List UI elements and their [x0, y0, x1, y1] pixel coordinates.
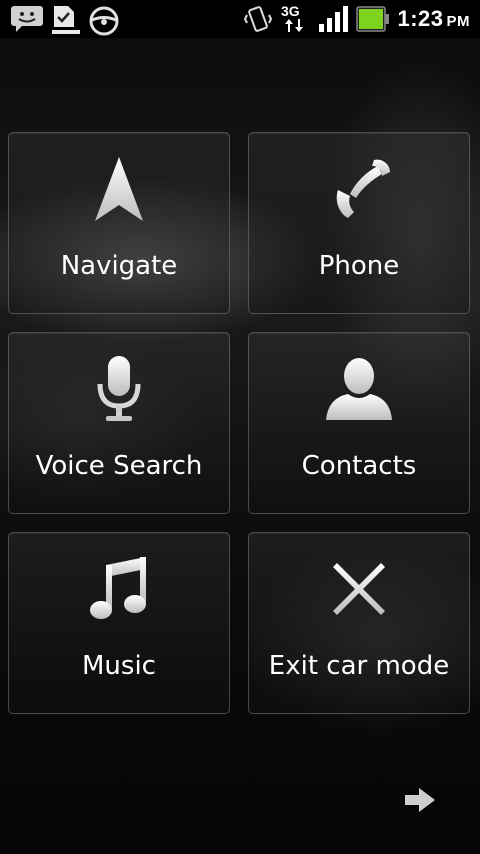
clock: 1:23 PM [397, 6, 470, 32]
download-complete-icon[interactable] [50, 5, 82, 39]
vibrate-icon [243, 5, 273, 39]
contacts-label: Contacts [301, 451, 417, 481]
music-note-icon [90, 557, 146, 619]
next-page-button[interactable] [403, 786, 437, 814]
clock-ampm: PM [446, 13, 470, 30]
battery-icon [356, 6, 390, 36]
phone-button[interactable]: Phone [248, 132, 470, 314]
clock-time: 1:23 [397, 6, 444, 31]
microphone-icon [97, 356, 141, 421]
chat-notification-icon[interactable] [10, 5, 44, 37]
car-mode-icon[interactable] [88, 5, 120, 41]
signal-strength-icon [318, 5, 350, 37]
close-x-icon [333, 563, 385, 615]
person-icon [326, 358, 392, 420]
contacts-button[interactable]: Contacts [248, 332, 470, 514]
3g-data-icon: 3G [280, 3, 310, 39]
arrow-right-icon [405, 788, 435, 812]
car-home-screen: 3G 1:23 PM Navigate Phone Voice Search C… [0, 0, 480, 854]
phone-handset-icon [336, 159, 390, 218]
status-bar: 3G 1:23 PM [0, 0, 480, 38]
network-type-label: 3G [281, 3, 300, 19]
exit-car-mode-label: Exit car mode [268, 651, 450, 681]
navigate-label: Navigate [60, 251, 178, 281]
voice-search-button[interactable]: Voice Search [8, 332, 230, 514]
music-label: Music [82, 651, 156, 681]
phone-label: Phone [318, 251, 400, 281]
music-button[interactable]: Music [8, 532, 230, 714]
exit-car-mode-button[interactable]: Exit car mode [248, 532, 470, 714]
voice-search-label: Voice Search [35, 451, 203, 481]
navigation-arrow-icon [95, 157, 143, 221]
navigate-button[interactable]: Navigate [8, 132, 230, 314]
